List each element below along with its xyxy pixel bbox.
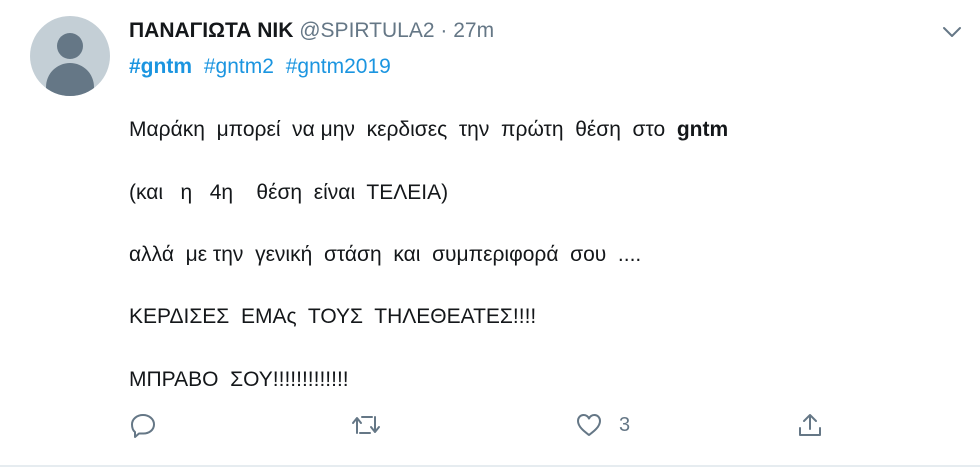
retweet-button[interactable] bbox=[350, 410, 382, 440]
hashtag-line: #gntm #gntm2 #gntm2019 bbox=[129, 54, 397, 80]
like-count: 3 bbox=[619, 413, 631, 436]
hashtag-link[interactable]: #gntm2019 bbox=[286, 55, 391, 78]
retweet-icon bbox=[352, 416, 380, 434]
avatar-body-shape bbox=[46, 63, 94, 96]
like-icon bbox=[577, 414, 601, 436]
chevron-down-icon[interactable] bbox=[940, 22, 964, 42]
tweet-text-line-2: (και η 4η θέση είναι ΤΕΛΕΙΑ) bbox=[129, 181, 449, 204]
reply-button[interactable] bbox=[129, 410, 157, 440]
tweet-text-line-4: ΚΕΡΔΙΣΕΣ ΕΜΑς ΤΟΥΣ ΤΗΛΕΘΕΑΤΕΣ!!!! bbox=[129, 305, 537, 328]
hashtag-link[interactable]: #gntm bbox=[129, 55, 192, 78]
avatar-head-shape bbox=[57, 33, 83, 59]
share-icon bbox=[799, 414, 821, 436]
tweet[interactable]: ΠΑΝΑΓΙΩΤΑ ΝΙΚ @SPIRTULA2 · 27m #gntm #gn… bbox=[0, 0, 980, 467]
avatar[interactable] bbox=[30, 16, 110, 96]
like-button[interactable]: 3 bbox=[575, 410, 630, 440]
hashtag-link[interactable]: #gntm2 bbox=[204, 55, 274, 78]
tweet-text-line-1: Μαράκη μπορεί να μην κερδισες την πρώτη … bbox=[129, 117, 728, 143]
handle[interactable]: @SPIRTULA2 bbox=[299, 19, 434, 42]
tweet-text-line-3: αλλά με την γενική στάση και συμπεριφορά… bbox=[129, 243, 642, 266]
separator-dot: · bbox=[440, 19, 448, 42]
timestamp[interactable]: 27m bbox=[453, 19, 494, 42]
display-name[interactable]: ΠΑΝΑΓΙΩΤΑ ΝΙΚ bbox=[129, 19, 293, 42]
reply-icon bbox=[131, 414, 155, 438]
tweet-header: ΠΑΝΑΓΙΩΤΑ ΝΙΚ @SPIRTULA2 · 27m bbox=[129, 18, 494, 44]
share-button[interactable] bbox=[796, 410, 824, 440]
tweet-text-line-5: ΜΠΡΑΒΟ ΣΟΥ!!!!!!!!!!!!! bbox=[129, 368, 349, 391]
text-segment: Μαράκη μπορεί να μην κερδισες την πρώτη … bbox=[129, 118, 677, 141]
bold-text: gntm bbox=[676, 118, 729, 141]
